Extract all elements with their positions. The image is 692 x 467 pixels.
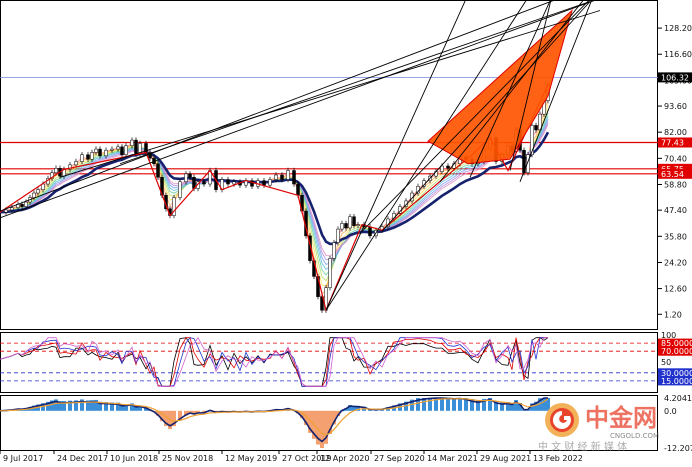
price-axis: 128.20116.60105.0093.6082.0070.4058.8047… bbox=[658, 24, 692, 319]
price-candle bbox=[328, 258, 332, 288]
price-candle bbox=[10, 207, 14, 211]
price-candle bbox=[54, 168, 58, 174]
price-tag-label: 63.54 bbox=[661, 170, 684, 179]
price-candle bbox=[94, 148, 98, 153]
cngold-logo-icon bbox=[545, 403, 579, 437]
time-axis: 9 Jul 2017 24 Dec 2017 10 Jun 2018 25 Nov 2… bbox=[0, 450, 583, 463]
price-candle bbox=[98, 148, 102, 157]
price-candle bbox=[268, 179, 272, 186]
price-axis-label: 47.40 bbox=[664, 206, 687, 215]
price-candle bbox=[184, 173, 188, 183]
price-candle bbox=[232, 181, 236, 185]
oscillator-line bbox=[0, 337, 548, 387]
time-axis-label: 9 Jul 2017 bbox=[3, 454, 43, 463]
price-candle bbox=[340, 223, 344, 230]
histogram-axis-label: 4.2041 bbox=[664, 394, 692, 403]
price-candle bbox=[336, 228, 340, 243]
price-candle bbox=[116, 146, 120, 150]
price-candle bbox=[356, 224, 360, 226]
time-axis-label: 13 Feb 2022 bbox=[533, 454, 583, 463]
price-candle bbox=[124, 145, 128, 155]
histogram-axis: 4.2041 0.0 -12.2076 bbox=[664, 394, 692, 453]
price-candle bbox=[332, 242, 336, 259]
price-axis-label: 1.20 bbox=[664, 310, 682, 319]
histogram-bar bbox=[446, 398, 450, 411]
histogram-plot-area bbox=[0, 397, 550, 448]
chart-canvas: 128.20116.60105.0093.6082.0070.4058.8047… bbox=[0, 0, 692, 463]
histogram-axis-label: -12.2076 bbox=[664, 444, 692, 453]
price-candle bbox=[368, 226, 372, 237]
cngold-watermark: 中金网 CNGOLD.COM 中 文 财 经 新 媒 体 bbox=[538, 403, 659, 453]
price-axis-label: 82.00 bbox=[664, 128, 687, 137]
price-candle bbox=[344, 223, 348, 229]
price-candle bbox=[188, 173, 192, 178]
price-candle bbox=[156, 163, 160, 178]
price-axis-label: 24.20 bbox=[664, 258, 687, 267]
time-axis-label: 12 Apr 2020 bbox=[320, 454, 369, 463]
price-candle bbox=[4, 209, 8, 213]
histogram-bar bbox=[458, 398, 462, 411]
watermark-subtitle: 中 文 财 经 新 媒 体 bbox=[538, 440, 627, 453]
price-candle bbox=[41, 183, 45, 190]
time-axis-label: 25 Nov 2018 bbox=[162, 454, 213, 463]
price-axis-label: 58.80 bbox=[664, 180, 687, 189]
price-candle bbox=[74, 161, 78, 166]
price-candle bbox=[262, 180, 266, 186]
price-axis-label: 128.20 bbox=[664, 24, 692, 33]
price-candle bbox=[446, 165, 450, 169]
price-axis-label: 116.60 bbox=[664, 50, 692, 59]
price-candle bbox=[86, 154, 90, 160]
main-plot-area bbox=[0, 0, 658, 313]
oscillator-axis-label: 15.0000 bbox=[661, 377, 692, 386]
price-candle bbox=[178, 181, 182, 198]
time-axis-label: 12 May 2019 bbox=[225, 454, 277, 463]
price-candle bbox=[90, 152, 94, 160]
watermark-url: CNGOLD.COM bbox=[610, 432, 659, 440]
oscillator-line bbox=[0, 337, 548, 387]
price-candle bbox=[110, 148, 114, 151]
oscillator-line bbox=[0, 336, 548, 387]
price-candle bbox=[24, 201, 28, 207]
histogram-bar bbox=[440, 398, 444, 411]
price-candle bbox=[20, 204, 24, 207]
price-candle bbox=[202, 181, 206, 185]
price-candle bbox=[134, 139, 138, 154]
price-candle bbox=[32, 192, 36, 198]
price-axis-label: 35.80 bbox=[664, 232, 687, 241]
price-candle bbox=[534, 125, 538, 131]
time-axis-label: 24 Dec 2017 bbox=[57, 454, 108, 463]
price-candle bbox=[348, 216, 352, 229]
histogram-axis-label: 0.0 bbox=[664, 407, 677, 416]
oscillator-axis: 10085.000070.00005030.000015.0000 bbox=[658, 331, 692, 386]
time-axis-label: 14 Mar 2021 bbox=[427, 454, 478, 463]
time-axis-label: 10 Jun 2018 bbox=[110, 454, 158, 463]
harmonic-pattern-area bbox=[427, 8, 573, 165]
price-candle bbox=[36, 189, 40, 194]
price-candle bbox=[280, 174, 284, 180]
histogram-bar bbox=[452, 398, 456, 411]
price-axis-label: 93.60 bbox=[664, 102, 687, 111]
watermark-title: 中金网 bbox=[585, 404, 657, 432]
oscillator-plot-area bbox=[0, 336, 658, 387]
oscillator-axis-label: 70.0000 bbox=[661, 347, 692, 356]
price-tag-label: 106.32 bbox=[661, 73, 689, 82]
oscillator-axis-label: 50 bbox=[661, 358, 671, 367]
price-candle bbox=[274, 174, 278, 180]
price-candle bbox=[286, 170, 290, 180]
oscillator-line bbox=[0, 337, 549, 387]
price-candle bbox=[292, 170, 296, 185]
price-tag-label: 77.43 bbox=[661, 138, 684, 147]
price-candle bbox=[226, 179, 230, 185]
price-candle bbox=[296, 183, 300, 196]
time-axis-label: 29 Aug 2021 bbox=[480, 454, 531, 463]
price-axis-label: 70.40 bbox=[664, 154, 687, 163]
price-candle bbox=[130, 139, 134, 146]
price-axis-label: 12.60 bbox=[664, 285, 687, 294]
time-axis-label: 27 Sep 2020 bbox=[374, 454, 425, 463]
price-candle bbox=[120, 146, 124, 155]
price-candle bbox=[80, 154, 84, 162]
price-candle bbox=[104, 149, 108, 157]
price-candle bbox=[352, 216, 356, 226]
